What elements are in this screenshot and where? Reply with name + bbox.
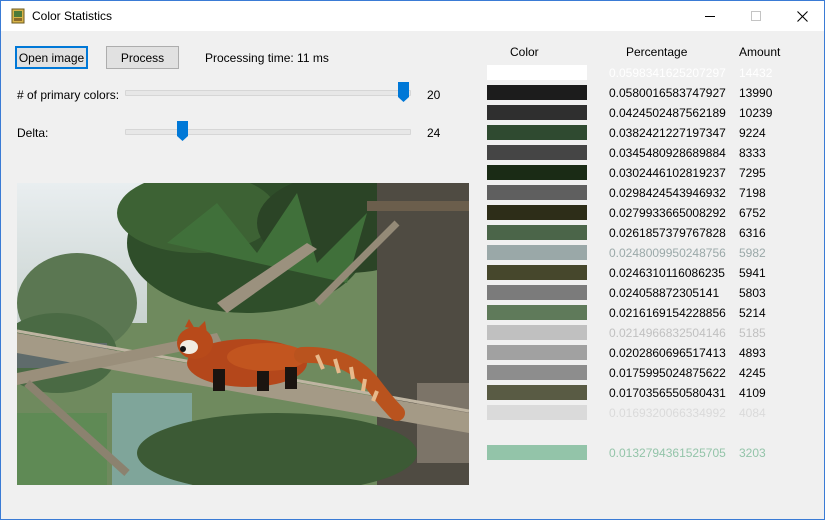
amount-value: 5941: [739, 266, 766, 280]
percentage-value: 0.024058872305141: [609, 286, 720, 300]
amount-value: 7295: [739, 166, 766, 180]
color-column-header: Color: [510, 45, 539, 59]
processing-time-label: Processing time: 11 ms: [205, 51, 329, 65]
percentage-value: 0.0298424543946932: [609, 186, 726, 200]
color-swatch: [487, 65, 587, 80]
percentage-column-header: Percentage: [626, 45, 688, 59]
primary-colors-slider[interactable]: [125, 90, 411, 96]
percentage-value: 0.0170356550580431: [609, 386, 726, 400]
color-swatch: [487, 425, 587, 440]
picture-icon: [11, 8, 25, 24]
title-bar[interactable]: Color Statistics: [1, 1, 824, 31]
percentage-value: 0.0580016583747927: [609, 86, 726, 100]
color-swatch: [487, 265, 587, 280]
color-swatch: [487, 205, 587, 220]
percentage-value: 0.0216169154228856: [609, 306, 726, 320]
percentage-value: 0.0248009950248756: [609, 246, 726, 260]
color-swatch: [487, 285, 587, 300]
percentage-value: 0.0598341625207297: [609, 66, 726, 80]
amount-value: 4084: [739, 406, 766, 420]
amount-column-header: Amount: [739, 45, 781, 59]
amount-value: 5982: [739, 246, 766, 260]
percentage-value: 0.0279933665008292: [609, 206, 726, 220]
delta-slider[interactable]: [125, 129, 411, 135]
amount-value: 10239: [739, 106, 773, 120]
color-swatch: [487, 305, 587, 320]
amount-value: 14432: [739, 66, 773, 80]
amount-value: 4893: [739, 346, 766, 360]
percentage-value: 0.0345480928689884: [609, 146, 726, 160]
percentage-value: 0.0175995024875622: [609, 366, 726, 380]
amount-value: 6316: [739, 226, 766, 240]
color-swatch: [487, 345, 587, 360]
minimize-icon: [704, 15, 715, 17]
amount-value: 5214: [739, 306, 766, 320]
open-image-button[interactable]: Open image: [15, 46, 88, 69]
slider-thumb-icon[interactable]: [398, 82, 409, 102]
delta-label: Delta:: [17, 126, 49, 140]
amount-value: 3203: [739, 446, 766, 460]
color-swatch: [487, 225, 587, 240]
color-swatch: [487, 245, 587, 260]
maximize-icon: [750, 10, 761, 21]
color-swatch: [487, 185, 587, 200]
amount-value: 6752: [739, 206, 766, 220]
close-button[interactable]: [779, 1, 824, 31]
color-swatch: [487, 125, 587, 140]
percentage-value: 0.0302446102819237: [609, 166, 726, 180]
amount-value: 5185: [739, 326, 766, 340]
percentage-value: 0.0202860696517413: [609, 346, 726, 360]
percentage-value: 0.0424502487562189: [609, 106, 726, 120]
color-statistics-window: Color Statistics Open image Process Proc…: [0, 0, 825, 520]
amount-value: 4109: [739, 386, 766, 400]
color-swatch: [487, 325, 587, 340]
percentage-value: 0.0261857379767828: [609, 226, 726, 240]
red-panda-photo: [17, 183, 469, 485]
color-swatch: [487, 365, 587, 380]
color-swatch: [487, 165, 587, 180]
amount-value: 4245: [739, 366, 766, 380]
color-swatch: [487, 445, 587, 460]
slider-thumb-icon[interactable]: [177, 121, 188, 141]
process-button[interactable]: Process: [106, 46, 179, 69]
percentage-value: 0.0382421227197347: [609, 126, 726, 140]
close-icon: [796, 10, 808, 22]
color-swatch: [487, 85, 587, 100]
primary-colors-label: # of primary colors:: [17, 88, 120, 102]
color-swatch: [487, 405, 587, 420]
amount-value: 8333: [739, 146, 766, 160]
minimize-button[interactable]: [687, 1, 733, 31]
percentage-value: 0.0169320066334992: [609, 406, 726, 420]
delta-value: 24: [427, 126, 441, 140]
amount-value: 5803: [739, 286, 766, 300]
maximize-button[interactable]: [733, 1, 779, 31]
color-swatch: [487, 105, 587, 120]
primary-colors-value: 20: [427, 88, 441, 102]
amount-value: 13990: [739, 86, 773, 100]
percentage-value: 0.0132794361525705: [609, 446, 726, 460]
color-swatch: [487, 385, 587, 400]
color-swatch: [487, 145, 587, 160]
percentage-value: 0.0246310116086235: [609, 266, 725, 280]
amount-value: 7198: [739, 186, 766, 200]
window-title: Color Statistics: [32, 9, 113, 23]
amount-value: 9224: [739, 126, 766, 140]
percentage-value: 0.0214966832504146: [609, 326, 726, 340]
